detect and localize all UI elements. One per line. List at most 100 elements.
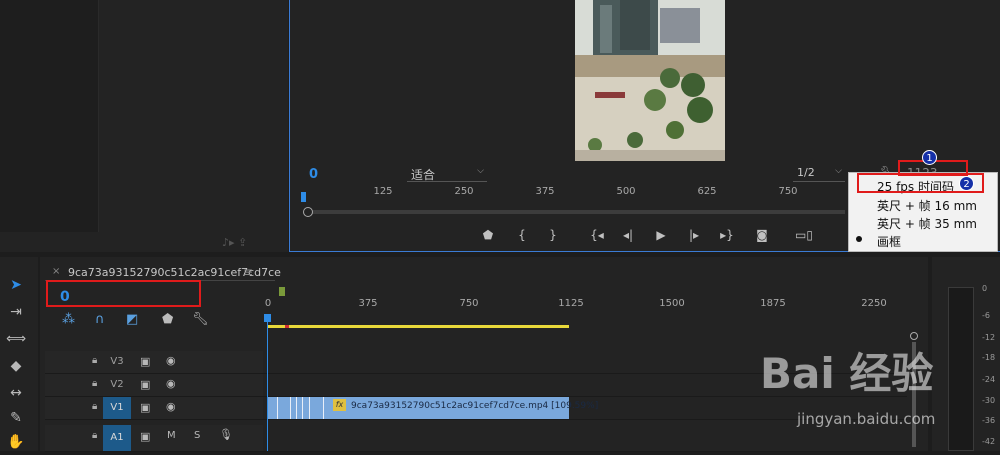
- clip-label: 9ca73a93152790c51c2ac91cef7cd7ce.mp4 [10…: [351, 401, 599, 411]
- microphone-icon[interactable]: 🎙︎: [219, 428, 233, 441]
- close-icon[interactable]: ×: [52, 266, 60, 277]
- step-back-icon[interactable]: ◂|: [618, 228, 638, 242]
- work-area-marker[interactable]: [279, 287, 285, 296]
- add-marker-icon[interactable]: ⬟: [162, 312, 173, 327]
- highlight-box-timeline-timecode: [46, 280, 201, 307]
- step-badge: 2: [959, 176, 974, 191]
- zoom-scrollbar[interactable]: [305, 210, 845, 214]
- ruler-tick: 375: [358, 298, 378, 309]
- solo-button[interactable]: S: [194, 430, 200, 441]
- sync-lock-icon[interactable]: ▣: [140, 401, 150, 414]
- ruler-tick: 1125: [558, 298, 584, 309]
- clip-frame-marker: [309, 397, 310, 419]
- db-label: -12: [982, 333, 996, 342]
- mute-button[interactable]: M: [167, 430, 176, 441]
- razor-tool-icon[interactable]: ◆: [6, 358, 26, 374]
- ripple-edit-tool-icon[interactable]: ⟺: [6, 331, 26, 347]
- add-marker-icon[interactable]: ⬟: [478, 228, 498, 242]
- sync-lock-icon[interactable]: ▣: [140, 378, 150, 391]
- ruler-tick: 375: [535, 186, 555, 197]
- slip-tool-icon[interactable]: ↔: [6, 385, 26, 401]
- go-to-out-icon[interactable]: ▸}: [717, 228, 737, 242]
- ruler-tick: 500: [616, 186, 636, 197]
- scrollbar-handle[interactable]: [303, 207, 313, 217]
- db-label: -42: [982, 437, 996, 446]
- lock-icon[interactable]: 🔒︎: [92, 355, 97, 366]
- eye-icon[interactable]: ◉: [166, 377, 176, 390]
- ruler-tick: 625: [697, 186, 717, 197]
- db-label: -6: [982, 311, 990, 320]
- timeline-playhead-line: [267, 318, 268, 451]
- monitor-playhead[interactable]: [301, 192, 306, 202]
- pen-tool-icon[interactable]: ✎: [6, 410, 26, 426]
- video-frame-image: [575, 0, 725, 161]
- step-forward-icon[interactable]: |▸: [684, 228, 704, 242]
- db-label: 0: [982, 284, 988, 293]
- zoom-value: 适合: [411, 168, 436, 182]
- go-to-in-icon[interactable]: {◂: [587, 228, 607, 242]
- eye-icon[interactable]: ◉: [166, 354, 176, 367]
- project-panel-icons[interactable]: ♪▸ ⇪: [222, 236, 247, 249]
- db-label: -24: [982, 375, 996, 384]
- linked-selection-icon[interactable]: ◩: [126, 312, 138, 327]
- fx-badge[interactable]: fx: [333, 399, 346, 411]
- monitor-ruler[interactable]: 125 250 375 500 625 750: [300, 186, 845, 210]
- track-name-a1[interactable]: A1: [103, 425, 131, 451]
- camera-icon[interactable]: ◙: [752, 228, 772, 242]
- step-badge: 1: [922, 150, 937, 165]
- render-bar: [268, 325, 569, 328]
- track-name-v2[interactable]: V2: [103, 374, 131, 396]
- lock-icon[interactable]: 🔒︎: [92, 430, 97, 441]
- baidu-watermark-url: jingyan.baidu.com: [797, 410, 936, 428]
- ruler-tick: 1875: [760, 298, 786, 309]
- ruler-tick: 1500: [659, 298, 685, 309]
- ruler-tick: 2250: [861, 298, 887, 309]
- clip-frame-marker: [296, 397, 297, 419]
- ruler-tick: 750: [778, 186, 798, 197]
- selection-tool-icon[interactable]: ➤: [6, 277, 26, 293]
- snap-magnet-icon[interactable]: ∩: [95, 312, 105, 327]
- nest-icon[interactable]: ⁂: [62, 312, 75, 327]
- render-bar-red-segment: [285, 325, 289, 328]
- hand-tool-icon[interactable]: ✋: [6, 434, 26, 450]
- play-icon[interactable]: ▶: [651, 228, 671, 242]
- track-select-tool-icon[interactable]: ⇥: [6, 304, 26, 320]
- menu-item-feet-frames-35mm[interactable]: 英尺 + 帧 35 mm: [877, 215, 977, 232]
- selected-bullet-icon: [856, 236, 862, 242]
- db-label: -18: [982, 353, 996, 362]
- menu-item-feet-frames-16mm[interactable]: 英尺 + 帧 16 mm: [877, 197, 977, 214]
- ruler-tick: 0: [264, 298, 272, 309]
- sync-lock-icon[interactable]: ▣: [140, 430, 150, 443]
- mark-out-icon[interactable]: }: [543, 228, 563, 242]
- lock-icon[interactable]: 🔒︎: [92, 401, 97, 412]
- track-header-v3: [45, 351, 263, 373]
- zoom-select[interactable]: 适合 ⌵: [407, 166, 487, 182]
- lock-icon[interactable]: 🔒︎: [92, 378, 97, 389]
- db-label: -36: [982, 416, 996, 425]
- resolution-select[interactable]: 1/2 ⌵: [793, 166, 845, 182]
- wrench-icon[interactable]: 🔧︎: [192, 312, 209, 327]
- track-name-v3[interactable]: V3: [103, 351, 131, 373]
- eye-icon[interactable]: ◉: [166, 400, 176, 413]
- timeline-playhead[interactable]: [264, 314, 271, 322]
- ruler-tick: 750: [459, 298, 479, 309]
- clip-frame-marker: [290, 397, 291, 419]
- mark-in-icon[interactable]: {: [512, 228, 532, 242]
- playhead-timecode[interactable]: 0: [309, 167, 318, 182]
- ruler-tick: 125: [373, 186, 393, 197]
- comparison-view-icon[interactable]: ▭▯: [794, 228, 814, 242]
- clip-frame-marker: [277, 397, 278, 419]
- clip-frame-marker: [323, 397, 324, 419]
- project-panel-list: [0, 0, 99, 232]
- track-header-v1: [45, 397, 263, 419]
- tools-panel: ➤ ⇥ ⟺ ◆ ↔ ✎ ✋: [0, 257, 38, 451]
- baidu-watermark-logo: Bai 经验: [760, 349, 934, 398]
- menu-item-frames[interactable]: 画框: [877, 233, 901, 250]
- sync-lock-icon[interactable]: ▣: [140, 355, 150, 368]
- track-name-v1[interactable]: V1: [103, 397, 131, 419]
- timeline-ruler[interactable]: 0 375 750 1125 1500 1875 2250: [264, 298, 908, 322]
- hamburger-menu-icon[interactable]: ≡: [243, 265, 253, 279]
- resolution-value: 1/2: [797, 166, 815, 179]
- clip-frame-marker: [302, 397, 303, 419]
- db-label: -30: [982, 396, 996, 405]
